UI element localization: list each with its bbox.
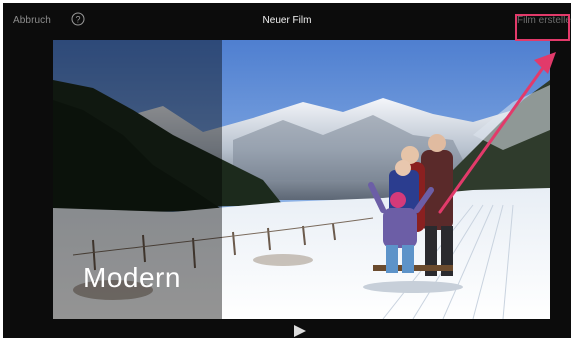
page-title: Neuer Film [262, 15, 312, 26]
ios-screen: Abbruch ? Neuer Film Film erstellen Mode… [3, 3, 571, 338]
navigation-bar: Abbruch ? Neuer Film Film erstellen [3, 3, 571, 39]
theme-label: Modern [83, 262, 181, 293]
create-movie-button[interactable]: Film erstellen [517, 15, 571, 26]
video-preview[interactable]: Modern [53, 40, 550, 319]
play-icon[interactable] [293, 325, 307, 337]
